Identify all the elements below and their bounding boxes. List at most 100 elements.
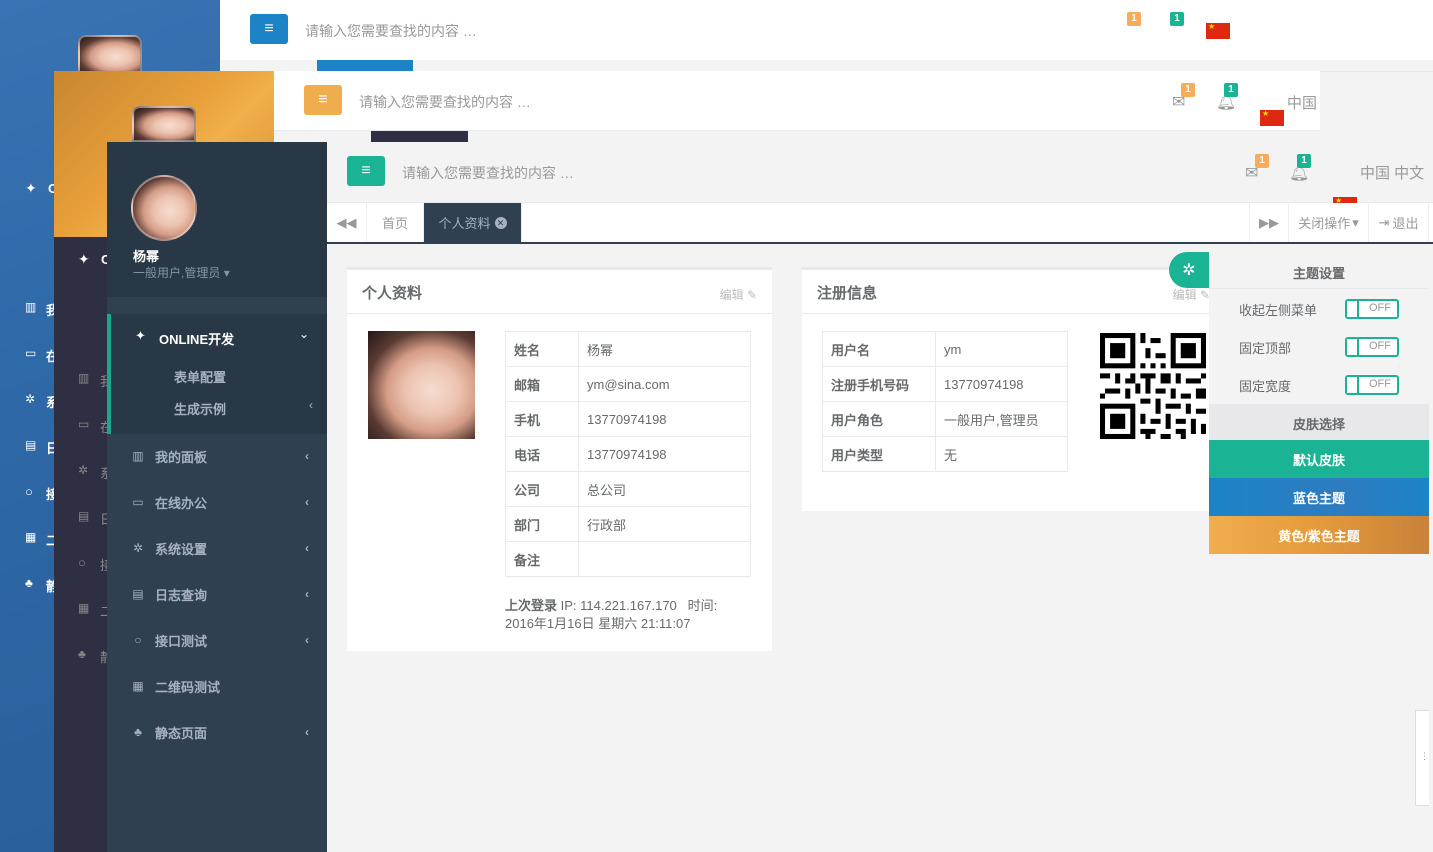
blue-theme-menu-icon-4: ✲ <box>25 392 36 406</box>
field-value: 13770974198 <box>935 366 1068 402</box>
panel-divider <box>802 313 1212 314</box>
logout-button[interactable]: ⇥ 退出 <box>1369 203 1429 242</box>
sidebar-subitem-form-config[interactable]: 表单配置 <box>174 367 226 386</box>
close-circle-icon[interactable]: ✕ <box>494 216 507 229</box>
blue-theme-menu-icon-6: ○ <box>25 484 33 499</box>
desktop-icon: ▭ <box>132 495 144 509</box>
close-ops-label: 关闭操作 <box>1298 216 1351 231</box>
yellow-theme-search-input[interactable]: 请输入您需要查找的内容 … <box>359 92 531 112</box>
field-key: 电话 <box>505 436 579 472</box>
toggle-knob <box>1347 301 1359 317</box>
blue-theme-search-input[interactable]: 请输入您需要查找的内容 … <box>305 21 477 41</box>
blue-theme-menu-icon-8: ♣ <box>25 576 33 590</box>
chevron-left-icon: ‹ <box>305 449 309 463</box>
option-fixed-width-label: 固定宽度 <box>1239 379 1292 394</box>
table-row: 备注 <box>505 541 751 577</box>
sidebar-item-label: 二维码测试 <box>155 679 221 695</box>
theme-settings-title: 主题设置 <box>1292 266 1345 281</box>
chevron-left-icon: ‹ <box>305 541 309 555</box>
columns-icon: ▥ <box>132 449 144 463</box>
user-avatar[interactable] <box>131 175 197 241</box>
sidebar-item-system-settings[interactable]: ✲ 系统设置 ‹ <box>107 525 327 571</box>
qrcode-image <box>1100 333 1206 439</box>
toggle-state: OFF <box>1369 378 1391 390</box>
yellow-theme-menu-icon-1: ✦ <box>78 251 90 267</box>
toggle-state: OFF <box>1369 340 1391 352</box>
tab-home[interactable]: 首页 <box>367 203 424 242</box>
gear-icon: ✲ <box>1182 262 1196 279</box>
edit-link[interactable]: 编辑 ✎ <box>720 286 757 303</box>
language-selector[interactable]: 中国 中文 <box>1360 162 1424 183</box>
blue-theme-menu-icon-2: ▥ <box>25 300 37 314</box>
menu-toggle-button[interactable]: ≡ <box>347 156 385 186</box>
yellow-theme-menu-icon-6: ○ <box>78 555 86 570</box>
register-panel: 注册信息 编辑 ✎ 用户名 ym 注册手机号码 13770974198 用户角色 一般… <box>802 267 1212 511</box>
right-sidebar-handle[interactable]: ⋮ <box>1415 710 1429 806</box>
sign-out-icon: ⇥ <box>1378 214 1390 230</box>
table-row: 姓名 杨幂 <box>505 331 751 367</box>
option-fixed-top-toggle[interactable]: OFF <box>1345 337 1399 357</box>
table-row: 手机 13770974198 <box>505 401 751 437</box>
sidebar-item-online-office[interactable]: ▭ 在线办公 ‹ <box>107 479 327 525</box>
field-value: ym <box>935 331 1068 367</box>
sidebar-item-label: 静态页面 <box>155 725 208 741</box>
profile-panel: 个人资料 编辑 ✎ 姓名 杨幂 邮箱 ym@sina.com 手机 137709741… <box>347 267 772 651</box>
sidebar-subitem-demo[interactable]: 生成示例 <box>174 399 226 418</box>
yellow-theme-language-label[interactable]: 中国 <box>1287 92 1317 113</box>
yellow-theme-menu-icon-2: ▥ <box>78 371 90 385</box>
profile-table: 姓名 杨幂 邮箱 ym@sina.com 手机 13770974198 电话 13770… <box>505 331 751 577</box>
blue-theme-menu-icon-5: ▤ <box>25 438 37 452</box>
field-key: 用户名 <box>822 331 936 367</box>
panel-divider <box>347 313 772 314</box>
option-fixed-width-toggle[interactable]: OFF <box>1345 375 1399 395</box>
flask-icon: ♣ <box>134 725 142 739</box>
sidebar-item-static-pages[interactable]: ♣ 静态页面 ‹ <box>107 709 327 755</box>
field-value: 无 <box>935 436 1068 472</box>
toggle-state: OFF <box>1369 302 1391 314</box>
blue-theme-menu-icon-7: ▦ <box>25 530 37 544</box>
sidebar-item-qrcode-test[interactable]: ▦ 二维码测试 <box>107 663 327 709</box>
table-row: 用户角色 一般用户,管理员 <box>822 401 1068 437</box>
user-name[interactable]: 杨幂 <box>133 246 159 265</box>
sidebar-item-api-test[interactable]: ○ 接口测试 ‹ <box>107 617 327 663</box>
user-role-label: 一般用户,管理员 <box>133 266 221 280</box>
sidebar-item-log-query[interactable]: ▤ 日志查询 ‹ <box>107 571 327 617</box>
skin-section-title: 皮肤选择 <box>1292 417 1345 432</box>
theme-settings-toggle-button[interactable]: ✲ <box>1169 252 1209 288</box>
close-operations-dropdown[interactable]: 关闭操作 ▾ <box>1289 203 1369 242</box>
sidebar-item-my-panel[interactable]: ▥ 我的面板 ‹ <box>107 433 327 479</box>
table-row: 用户类型无 <box>822 436 1068 472</box>
blue-theme-menu-toggle-button[interactable]: ≡ <box>250 14 288 44</box>
tab-profile[interactable]: 个人资料 ✕ <box>424 203 522 242</box>
option-collapse-menu-toggle[interactable]: OFF <box>1345 299 1399 319</box>
chevron-left-icon: ‹ <box>309 398 313 412</box>
gear-icon: ✲ <box>132 541 144 555</box>
mail-badge: 1 <box>1255 154 1269 168</box>
table-row: 部门 行政部 <box>505 506 751 542</box>
tab-profile-label: 个人资料 <box>438 216 491 231</box>
toggle-knob <box>1347 377 1359 393</box>
skin-yellow-purple-button[interactable]: 黄色/紫色主题 <box>1209 516 1429 554</box>
edit-label: 编辑 <box>1172 288 1197 302</box>
skin-default-button[interactable]: 默认皮肤 <box>1209 440 1429 478</box>
chevron-left-icon: ‹ <box>305 633 309 647</box>
chevron-left-icon: ‹ <box>305 587 309 601</box>
field-value <box>578 541 751 577</box>
yellow-theme-avatar <box>132 106 196 142</box>
time-label: 时间: <box>687 598 718 613</box>
circle-icon: ○ <box>134 633 142 647</box>
skin-blue-button[interactable]: 蓝色主题 <box>1209 478 1429 516</box>
yellow-theme-menu-toggle-button[interactable]: ≡ <box>304 85 342 115</box>
sidebar-group-online-dev[interactable]: ✦ ONLINE开发 ⌄ 表单配置 生成示例 ‹ <box>107 314 327 434</box>
user-role-dropdown[interactable]: 一般用户,管理员 ▾ <box>133 264 230 281</box>
blue-theme-flag-icon[interactable] <box>1206 22 1230 39</box>
blue-theme-avatar <box>78 35 142 75</box>
bell-badge: 1 <box>1297 154 1311 168</box>
table-row: 邮箱 ym@sina.com <box>505 366 751 402</box>
tab-scroll-right-button[interactable]: ▶▶ <box>1249 203 1289 242</box>
yellow-theme-flag-icon[interactable] <box>1260 109 1284 126</box>
tab-scroll-left-button[interactable]: ◀◀ <box>327 203 367 242</box>
search-input[interactable]: 请输入您需要查找的内容 … <box>402 163 574 183</box>
edit-link[interactable]: 编辑 ✎ <box>1173 286 1210 303</box>
sidebar-item-label: 接口测试 <box>155 633 208 649</box>
